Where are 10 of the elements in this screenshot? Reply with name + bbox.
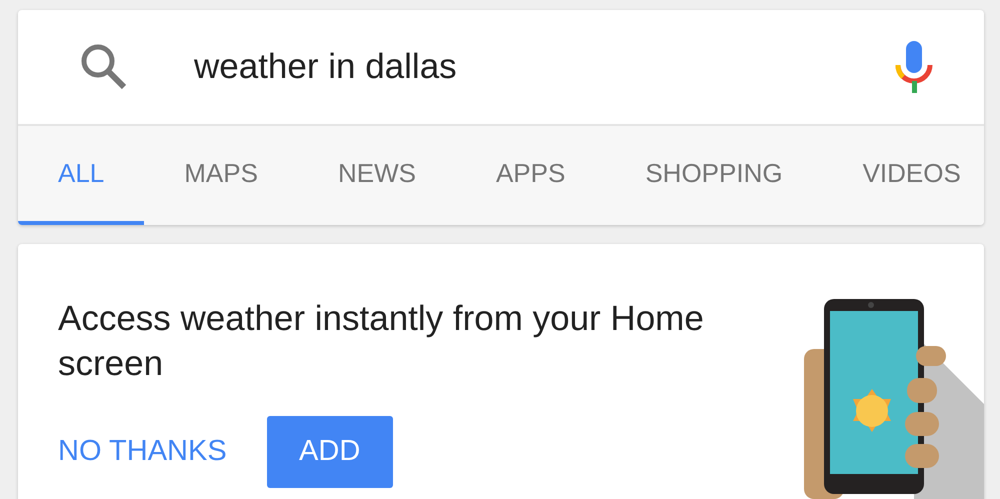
tab[interactable]: ALL [18,126,144,225]
tab[interactable]: APPS [456,126,606,225]
microphone-icon[interactable] [894,39,934,95]
add-button[interactable]: ADD [266,416,393,488]
no-thanks-button[interactable]: NO THANKS [58,430,227,474]
promo-headline: Access weather instantly from your Home screen [57,298,705,385]
tab[interactable]: VIDEOS [822,126,984,225]
tab[interactable]: NEWS [298,126,456,225]
tab[interactable]: SHOPPING [605,126,823,225]
tab[interactable]: MAPS [144,126,298,225]
